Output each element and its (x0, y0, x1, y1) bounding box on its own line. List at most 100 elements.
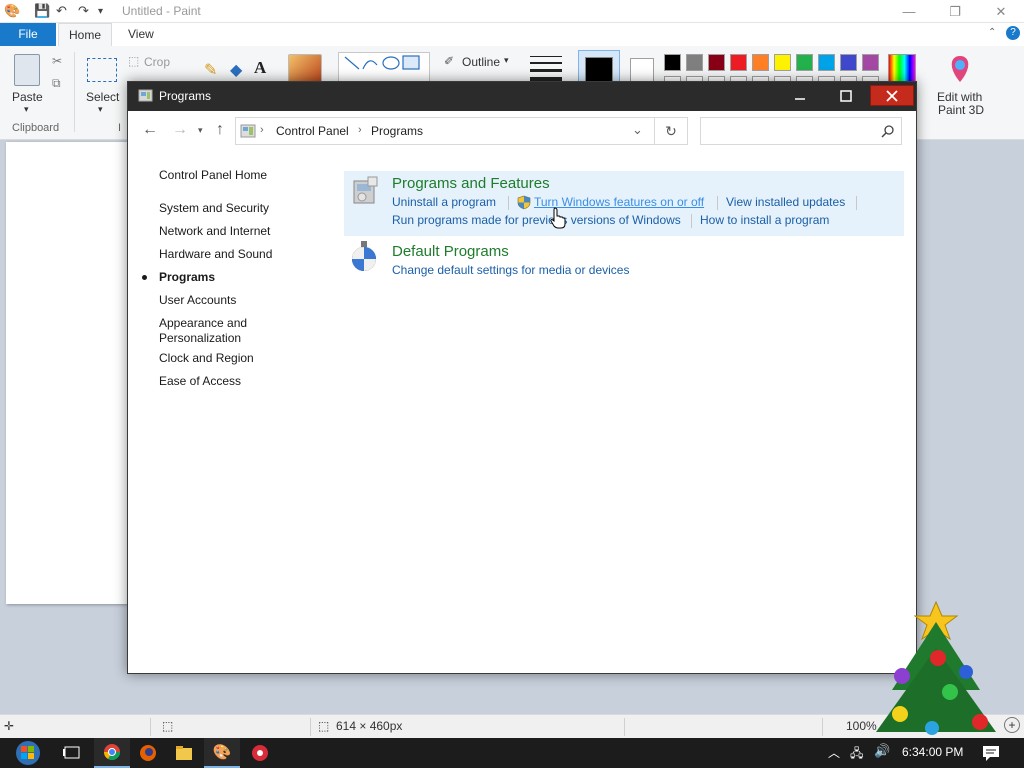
firefox-taskbar-button[interactable] (130, 738, 166, 768)
paint-status-bar: ✛ ⬚ ⬚ 614 × 460px 100% + (0, 714, 1024, 738)
nav-system-and-security[interactable]: System and Security (159, 201, 269, 216)
undo-icon[interactable]: ↶ (56, 3, 67, 19)
paint-close-button[interactable]: ✕ (978, 0, 1024, 23)
zoom-in-icon[interactable]: + (1004, 717, 1020, 733)
size-icon[interactable] (530, 56, 562, 81)
select-dropdown-icon[interactable]: ▾ (98, 104, 103, 115)
breadcrumb-control-panel[interactable]: Control Panel (276, 124, 349, 138)
link-view-installed-updates[interactable]: View installed updates (726, 195, 845, 209)
clock[interactable]: 6:34:00 PM (902, 745, 963, 759)
clipboard-group-label: Clipboard (12, 122, 60, 134)
palette-color-swatch[interactable] (840, 54, 857, 71)
file-explorer-taskbar-button[interactable] (166, 738, 202, 768)
app-icon (252, 745, 268, 761)
color2-swatch[interactable] (630, 58, 654, 82)
network-icon[interactable]: 🖧 (850, 744, 863, 765)
volume-icon[interactable]: 🔊 (874, 743, 890, 759)
save-icon[interactable]: 💾 (34, 3, 50, 19)
crop-icon[interactable]: ⬚ (128, 54, 139, 68)
recent-locations-icon[interactable]: ▾ (198, 125, 203, 136)
show-hidden-icons-chevron-icon[interactable]: ︿ (828, 744, 840, 761)
palette-color-swatch[interactable] (664, 54, 681, 71)
nav-appearance-and-personalization-line1[interactable]: Appearance and (159, 316, 247, 331)
select-icon[interactable] (87, 58, 117, 82)
up-arrow-icon[interactable]: ↑ (216, 121, 224, 139)
address-toolbar: ← → ▾ ↑ › Control Panel › Programs ⌄ ↻ (128, 111, 916, 151)
paint-minimize-button[interactable]: — (886, 0, 932, 23)
action-center-icon[interactable] (982, 744, 1000, 762)
palette-color-swatch[interactable] (730, 54, 747, 71)
tab-file[interactable]: File (0, 23, 56, 46)
palette-color-swatch[interactable] (686, 54, 703, 71)
app-taskbar-button[interactable] (242, 738, 278, 768)
task-view-button[interactable] (54, 738, 90, 768)
link-run-programs-made-for-previous-versions[interactable]: Run programs made for previous versions … (392, 213, 681, 227)
nav-hardware-and-sound[interactable]: Hardware and Sound (159, 247, 272, 262)
breadcrumb-programs[interactable]: Programs (371, 124, 423, 138)
link-change-default-settings[interactable]: Change default settings for media or dev… (392, 263, 629, 277)
paint3d-icon[interactable] (946, 54, 974, 84)
brushes-icon[interactable] (288, 54, 322, 84)
outline-dropdown-icon[interactable]: ▾ (504, 55, 509, 66)
maximize-button[interactable] (824, 85, 868, 106)
outline-brush-icon[interactable]: ✐ (444, 54, 454, 68)
crop-button-label[interactable]: Crop (144, 55, 170, 69)
fill-icon[interactable]: ◆ (230, 60, 242, 80)
link-how-to-install-a-program[interactable]: How to install a program (700, 213, 829, 227)
christmas-tree-icon (876, 600, 996, 735)
nav-control-panel-home[interactable]: Control Panel Home (159, 168, 267, 183)
text-tool-icon[interactable]: A (254, 58, 266, 78)
category-title-programs-and-features[interactable]: Programs and Features (392, 175, 550, 192)
collapse-ribbon-icon[interactable]: ⌃ (988, 27, 996, 38)
close-button[interactable] (870, 85, 914, 106)
paint-canvas[interactable] (6, 142, 136, 604)
refresh-button[interactable]: ↻ (655, 117, 688, 145)
paste-button-label[interactable]: Paste (12, 90, 43, 104)
tab-home[interactable]: Home (58, 23, 112, 46)
paint-taskbar-button[interactable]: 🎨 (204, 738, 240, 768)
minimize-button[interactable] (778, 85, 822, 106)
select-button-label[interactable]: Select (86, 90, 119, 104)
breadcrumb-separator-icon[interactable]: › (358, 124, 362, 136)
paint-ribbon-tabs: File Home View ⌃ ? (0, 23, 1024, 46)
edit-paint3d-label-line2[interactable]: Paint 3D (938, 103, 984, 117)
paint-maximize-button[interactable]: ❐ (932, 0, 978, 23)
pencil-icon[interactable]: ✎ (204, 60, 217, 80)
nav-network-and-internet[interactable]: Network and Internet (159, 224, 270, 239)
nav-appearance-and-personalization-line2[interactable]: Personalization (159, 331, 241, 346)
copy-icon[interactable]: ⧉ (52, 76, 61, 91)
palette-color-swatch[interactable] (862, 54, 879, 71)
redo-icon[interactable]: ↷ (78, 3, 89, 19)
breadcrumb-separator-icon[interactable]: › (260, 124, 264, 136)
paste-icon[interactable] (14, 54, 40, 86)
link-uninstall-a-program[interactable]: Uninstall a program (392, 195, 496, 209)
nav-user-accounts[interactable]: User Accounts (159, 293, 236, 308)
search-input[interactable] (701, 118, 871, 144)
nav-ease-of-access[interactable]: Ease of Access (159, 374, 241, 389)
refresh-icon: ↻ (665, 122, 677, 139)
start-button[interactable] (8, 738, 48, 768)
palette-color-swatch[interactable] (818, 54, 835, 71)
search-box[interactable] (700, 117, 902, 145)
edit-paint3d-label-line1[interactable]: Edit with (937, 90, 982, 104)
programs-and-features-icon (353, 176, 378, 204)
search-icon[interactable] (881, 124, 895, 138)
category-title-default-programs[interactable]: Default Programs (392, 243, 509, 260)
address-bar[interactable]: › Control Panel › Programs ⌄ (235, 117, 655, 145)
nav-clock-and-region[interactable]: Clock and Region (159, 351, 254, 366)
palette-color-swatch[interactable] (774, 54, 791, 71)
forward-arrow-icon[interactable]: → (172, 121, 188, 139)
palette-color-swatch[interactable] (708, 54, 725, 71)
tab-view[interactable]: View (118, 23, 164, 46)
cut-icon[interactable]: ✂ (52, 54, 62, 68)
help-icon[interactable]: ? (1006, 26, 1020, 40)
nav-programs[interactable]: Programs (159, 270, 215, 285)
back-arrow-icon[interactable]: ← (142, 121, 158, 139)
address-history-chevron-icon[interactable]: ⌄ (632, 122, 643, 138)
palette-color-swatch[interactable] (796, 54, 813, 71)
paste-dropdown-icon[interactable]: ▾ (24, 104, 29, 115)
palette-color-swatch[interactable] (752, 54, 769, 71)
chrome-taskbar-button[interactable] (94, 738, 130, 768)
outline-button-label[interactable]: Outline (462, 55, 500, 69)
quick-access-dropdown-icon[interactable]: ▾ (98, 6, 103, 17)
